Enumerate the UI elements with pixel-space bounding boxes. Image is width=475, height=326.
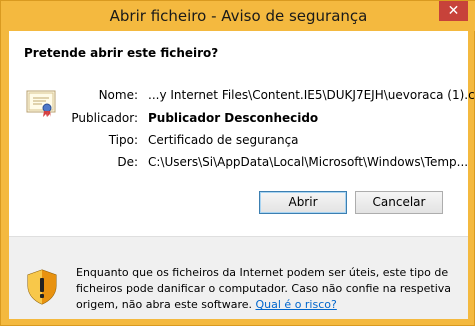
- close-button[interactable]: ✕: [439, 1, 468, 21]
- security-warning-text: Enquanto que os ficheiros da Internet po…: [76, 265, 456, 313]
- close-icon: ✕: [447, 3, 460, 19]
- file-info-panel: Pretende abrir este ficheiro? Nome: ...y…: [9, 31, 475, 237]
- window-title: Abrir ficheiro - Aviso de segurança: [109, 7, 368, 25]
- from-label: De:: [117, 155, 138, 169]
- name-value: ...y Internet Files\Content.IE5\DUKJ7EJH…: [148, 88, 475, 102]
- title-bar[interactable]: Abrir ficheiro - Aviso de segurança ✕: [1, 1, 475, 31]
- cancel-button[interactable]: Cancelar: [355, 191, 443, 214]
- from-value: C:\Users\Si\AppData\Local\Microsoft\Wind…: [148, 155, 469, 169]
- dialog-body: Pretende abrir este ficheiro? Nome: ...y…: [9, 31, 475, 319]
- shield-warning-icon: [27, 269, 57, 305]
- risk-link[interactable]: Qual é o risco?: [256, 298, 337, 311]
- dialog-question: Pretende abrir este ficheiro?: [24, 46, 219, 60]
- dialog-window: Abrir ficheiro - Aviso de segurança ✕ Pr…: [0, 0, 475, 326]
- type-value: Certificado de segurança: [148, 133, 299, 147]
- publisher-label: Publicador:: [71, 111, 138, 125]
- publisher-value: Publicador Desconhecido: [148, 111, 319, 125]
- name-label: Nome:: [98, 88, 138, 102]
- open-button[interactable]: Abrir: [259, 191, 347, 214]
- type-label: Tipo:: [108, 133, 138, 147]
